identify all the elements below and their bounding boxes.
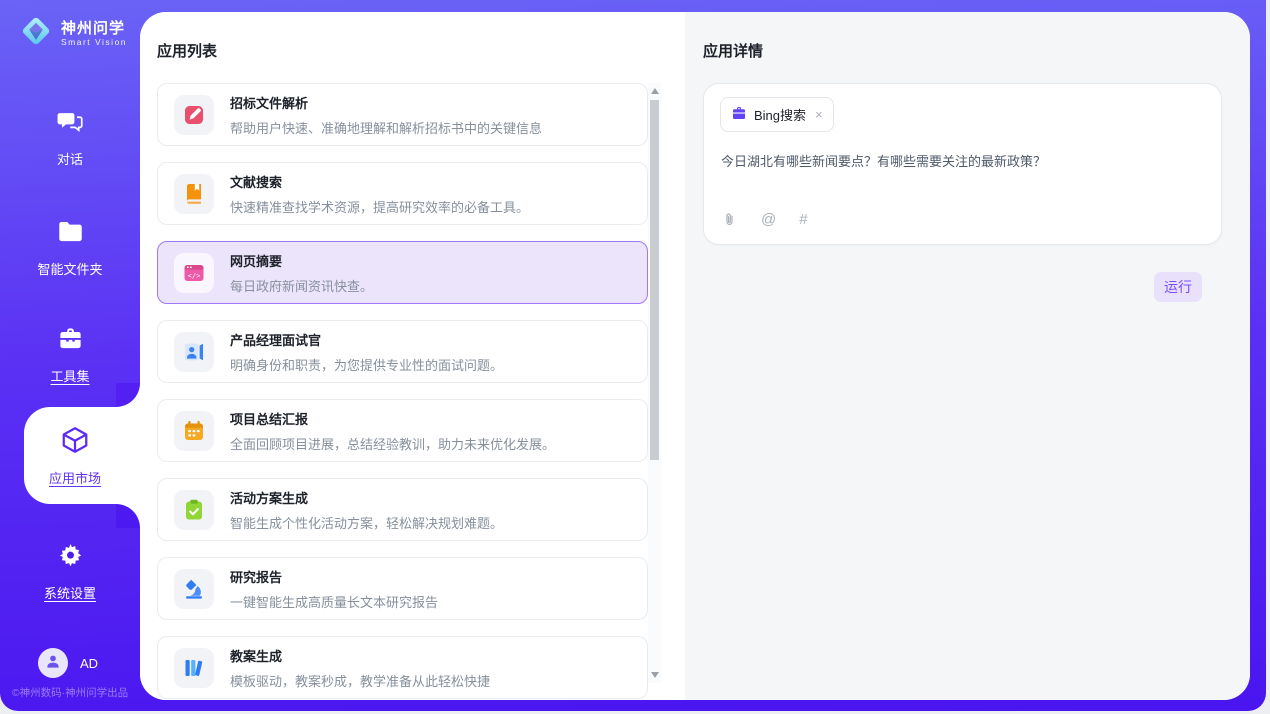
scroll-down-arrow-icon[interactable] xyxy=(651,672,659,678)
interviewer-icon xyxy=(174,332,214,372)
sidebar-item-settings[interactable]: 系统设置 xyxy=(0,542,140,602)
app-card-desc: 帮助用户快速、准确地理解和解析招标书中的关键信息 xyxy=(230,118,542,137)
hash-icon[interactable]: # xyxy=(799,211,807,228)
chat-icon xyxy=(57,108,84,140)
app-detail-title: 应用详情 xyxy=(703,40,1250,61)
tab-curve-bottom xyxy=(116,504,140,528)
app-card-desc: 每日政府新闻资讯快查。 xyxy=(230,276,373,295)
gear-icon xyxy=(57,542,84,574)
close-icon[interactable]: × xyxy=(815,107,823,122)
avatar xyxy=(38,648,68,678)
copyright-text: ©神州数码·神州问学出品 xyxy=(0,685,140,700)
query-input[interactable]: 今日湖北有哪些新闻要点？有哪些需要关注的最新政策？ xyxy=(721,152,1201,171)
app-card[interactable]: 活动方案生成 智能生成个性化活动方案，轻松解决规划难题。 xyxy=(157,478,648,541)
tab-curve-top xyxy=(116,383,140,407)
app-card-desc: 模板驱动，教案秒成，教学准备从此轻松快捷 xyxy=(230,671,490,690)
app-card[interactable]: 教案生成 模板驱动，教案秒成，教学准备从此轻松快捷 xyxy=(157,636,648,699)
app-card[interactable]: 项目总结汇报 全面回顾项目进展，总结经验教训，助力未来优化发展。 xyxy=(157,399,648,462)
app-card-title: 活动方案生成 xyxy=(230,488,503,507)
paperclip-icon[interactable] xyxy=(721,211,738,228)
app-subtitle: Smart Vision xyxy=(61,37,127,47)
sidebar-item-smart-folder[interactable]: 智能文件夹 xyxy=(0,218,140,278)
books-icon xyxy=(174,648,214,688)
scroll-up-arrow-icon[interactable] xyxy=(651,88,659,94)
scrollbar[interactable] xyxy=(648,83,661,683)
app-detail-panel: 应用详情 Bing搜索 × 今日湖北有哪些新闻要点？有哪些需要关注的最新政策？ xyxy=(685,12,1250,700)
app-card[interactable]: 文献搜索 快速精准查找学术资源，提高研究效率的必备工具。 xyxy=(157,162,648,225)
sidebar-item-app-market[interactable]: 应用市场 xyxy=(24,407,140,504)
clipboard-icon xyxy=(174,490,214,530)
sidebar: 神州问学 Smart Vision 对话 xyxy=(0,0,140,711)
sidebar-item-label: 系统设置 xyxy=(44,583,96,602)
app-card[interactable]: 产品经理面试官 明确身份和职责，为您提供专业性的面试问题。 xyxy=(157,320,648,383)
calendar-icon xyxy=(174,411,214,451)
person-icon xyxy=(44,652,62,675)
app-card-desc: 明确身份和职责，为您提供专业性的面试问题。 xyxy=(230,355,503,374)
user-name: AD xyxy=(80,656,98,671)
toolbox-icon xyxy=(57,325,84,357)
user-account[interactable]: AD xyxy=(38,648,98,678)
research-icon xyxy=(174,569,214,609)
app-frame: 神州问学 Smart Vision 对话 xyxy=(0,0,1266,711)
screen: 神州问学 Smart Vision 对话 xyxy=(0,0,1270,714)
app-card-desc: 一键智能生成高质量长文本研究报告 xyxy=(230,592,438,611)
sidebar-item-label: 智能文件夹 xyxy=(37,259,102,278)
scrollbar-thumb[interactable] xyxy=(650,100,659,460)
briefcase-icon xyxy=(731,105,747,124)
app-card-desc: 智能生成个性化活动方案，轻松解决规划难题。 xyxy=(230,513,503,532)
app-card[interactable]: 研究报告 一键智能生成高质量长文本研究报告 xyxy=(157,557,648,620)
prompt-card: Bing搜索 × 今日湖北有哪些新闻要点？有哪些需要关注的最新政策？ @ # xyxy=(703,83,1222,245)
input-toolbar: @ # xyxy=(721,211,808,228)
app-card-desc: 快速精准查找学术资源，提高研究效率的必备工具。 xyxy=(230,197,529,216)
app-card-title: 文献搜索 xyxy=(230,172,529,191)
app-card-desc: 全面回顾项目进展，总结经验教训，助力未来优化发展。 xyxy=(230,434,555,453)
app-card[interactable]: 招标文件解析 帮助用户快速、准确地理解和解析招标书中的关键信息 xyxy=(157,83,648,146)
main-content: 应用列表 招标文件解析 帮助用户快速、准确地理解和解析招标书中的关键信息 文献搜… xyxy=(140,12,1250,700)
app-logo: 神州问学 Smart Vision xyxy=(18,13,127,54)
app-title: 神州问学 xyxy=(61,20,127,37)
app-list-title: 应用列表 xyxy=(157,40,685,61)
app-card-title: 教案生成 xyxy=(230,646,490,665)
sidebar-item-toolset[interactable]: 工具集 xyxy=(0,325,140,385)
logo-diamond-icon xyxy=(18,13,54,54)
app-card-title: 项目总结汇报 xyxy=(230,409,555,428)
sidebar-item-label: 工具集 xyxy=(50,366,89,385)
cube-icon xyxy=(60,425,90,460)
at-icon[interactable]: @ xyxy=(761,211,776,228)
app-card-title: 网页摘要 xyxy=(230,251,373,270)
sidebar-item-label: 对话 xyxy=(57,149,83,168)
svg-text:</>: </> xyxy=(188,271,201,279)
webpage-icon: </> xyxy=(174,253,214,293)
tool-chip-bing-search[interactable]: Bing搜索 × xyxy=(720,97,834,132)
sidebar-item-chat[interactable]: 对话 xyxy=(0,108,140,168)
app-card-title: 研究报告 xyxy=(230,567,438,586)
app-card[interactable]: </> 网页摘要 每日政府新闻资讯快查。 xyxy=(157,241,648,304)
sidebar-item-label: 应用市场 xyxy=(49,468,101,487)
app-card-title: 招标文件解析 xyxy=(230,93,542,112)
book-icon xyxy=(174,174,214,214)
folder-icon xyxy=(57,218,84,250)
app-list: 招标文件解析 帮助用户快速、准确地理解和解析招标书中的关键信息 文献搜索 快速精… xyxy=(157,83,648,700)
run-button[interactable]: 运行 xyxy=(1154,272,1202,302)
tool-chip-label: Bing搜索 xyxy=(754,105,806,124)
edit-icon xyxy=(174,95,214,135)
app-list-panel: 应用列表 招标文件解析 帮助用户快速、准确地理解和解析招标书中的关键信息 文献搜… xyxy=(140,12,685,700)
app-card-title: 产品经理面试官 xyxy=(230,330,503,349)
